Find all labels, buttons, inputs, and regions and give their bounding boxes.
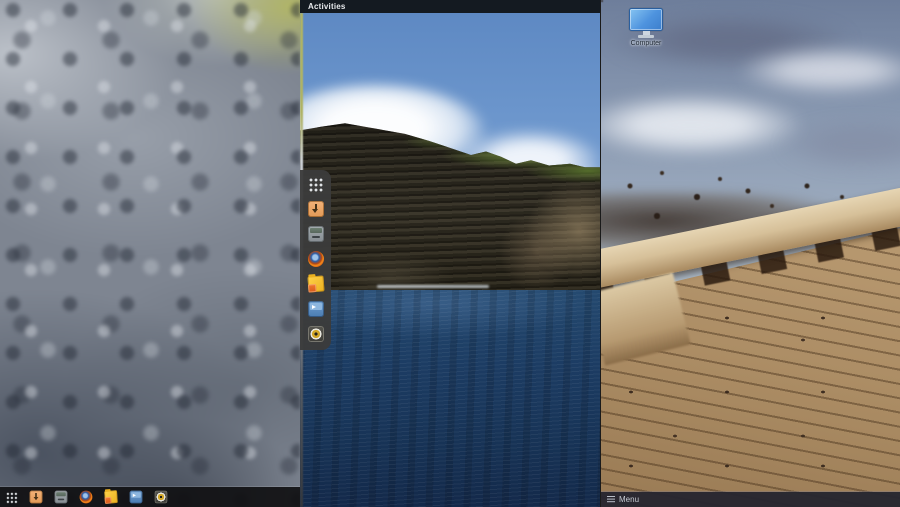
audio-speaker-icon[interactable]	[308, 326, 324, 342]
installer-icon[interactable]	[30, 491, 43, 504]
gnome-dock[interactable]	[300, 170, 331, 350]
monitor-base	[638, 35, 654, 38]
software-folder-icon[interactable]	[104, 490, 118, 504]
desktop-panel-middle: Activities	[300, 0, 600, 507]
show-apps-grid-icon[interactable]	[308, 177, 323, 192]
monitor-icon	[629, 8, 663, 31]
media-player-icon[interactable]	[308, 301, 324, 317]
rock-wallpaper-texture	[0, 0, 300, 507]
software-folder-icon[interactable]	[307, 275, 324, 292]
right-taskbar: Menu	[601, 492, 900, 507]
grass-seed-heads	[601, 0, 603, 2]
show-apps-grid-icon[interactable]	[6, 491, 18, 503]
media-player-icon[interactable]	[130, 491, 143, 504]
shoreline-foam	[377, 285, 489, 288]
firefox-icon[interactable]	[308, 251, 324, 267]
firefox-icon[interactable]	[80, 491, 93, 504]
screen: Activities Computer Menu	[0, 0, 900, 507]
file-manager-icon[interactable]	[55, 491, 68, 504]
audio-speaker-icon[interactable]	[155, 491, 168, 504]
computer-icon-label: Computer	[623, 40, 669, 47]
gnome-top-bar: Activities	[300, 0, 600, 13]
ocean-wallpaper	[300, 290, 600, 507]
installer-icon[interactable]	[308, 201, 324, 217]
computer-desktop-icon[interactable]: Computer	[623, 8, 669, 47]
activities-button[interactable]: Activities	[300, 2, 354, 11]
file-manager-icon[interactable]	[308, 226, 324, 242]
left-taskbar[interactable]	[0, 487, 300, 507]
desktop-panel-right: Computer Menu	[600, 0, 900, 507]
menu-button[interactable]: Menu	[619, 495, 639, 504]
hamburger-menu-icon[interactable]	[607, 496, 615, 503]
desktop-panel-left	[0, 0, 300, 507]
